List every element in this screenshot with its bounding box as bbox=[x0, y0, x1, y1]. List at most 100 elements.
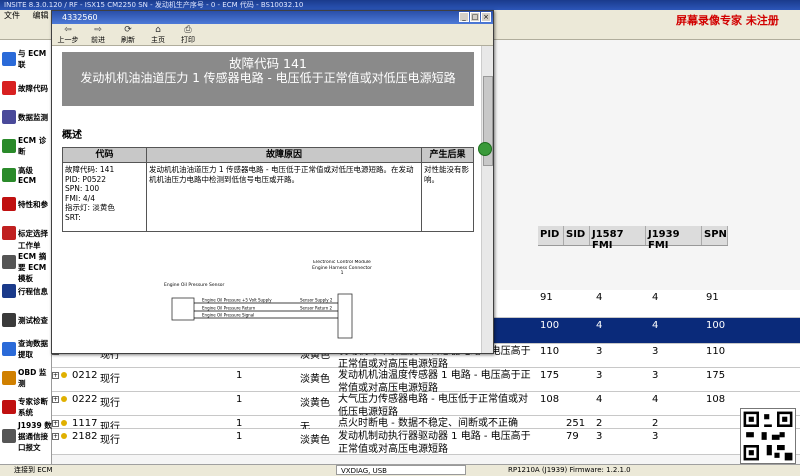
query-icon bbox=[2, 342, 16, 356]
sidebar-item-label: 查询数据提取 bbox=[18, 339, 48, 359]
back-button[interactable]: ⇦ 上一步 bbox=[56, 24, 80, 45]
ecm-label-box: Electronic Control Module Engine Harness… bbox=[312, 260, 372, 276]
cause-column-header: 故障原因 bbox=[147, 148, 422, 162]
cell-j1939: 3 bbox=[652, 370, 659, 381]
sidebar-item-label: 高级 ECM bbox=[18, 166, 37, 185]
sidebar-item-monitor[interactable]: 数据监测 bbox=[0, 104, 52, 130]
expand-icon[interactable]: + bbox=[52, 432, 59, 440]
wiring-diagram: Engine Oil Pressure Sensor Electronic Co… bbox=[164, 260, 372, 339]
sidebar-item-obd[interactable]: OBD 监测 bbox=[0, 365, 52, 391]
adapter-select[interactable]: VXDIAG, USB bbox=[336, 465, 466, 475]
grid-column-header[interactable]: SID bbox=[564, 226, 590, 245]
cell-status: 现行 bbox=[100, 398, 120, 409]
grid-column-header[interactable]: J1587 FMI bbox=[590, 226, 646, 251]
sidebar-item-workorder[interactable]: 工作单 ECM 摘要 ECM 模板 bbox=[0, 241, 52, 283]
obd-icon bbox=[2, 371, 16, 385]
grid-column-header[interactable]: SPN bbox=[702, 226, 728, 245]
cell-pid: 110 bbox=[540, 346, 560, 357]
expand-icon[interactable]: + bbox=[52, 395, 59, 403]
code-column-header: 代码 bbox=[63, 148, 147, 162]
expand-icon[interactable]: + bbox=[52, 371, 59, 379]
connect-icon bbox=[2, 52, 16, 66]
app-title-bar: INSITE 8.3.0.120 / RF - ISX15 CM2250 SN … bbox=[0, 0, 800, 10]
table-row[interactable]: +0212 现行 1 淡黄色 发动机机油温度传感器 1 电路 - 电压高于正常值或对高压… bbox=[52, 368, 800, 394]
sidebar-item-features[interactable]: 特性和参 bbox=[0, 191, 52, 217]
code-line: SPN: 100 bbox=[65, 184, 100, 193]
scroll-grip-icon[interactable] bbox=[478, 142, 492, 156]
table-row[interactable]: +2182 现行 1 淡黄色 发动机制动执行器驱动器 1 电路 - 电压高于正常值或对高… bbox=[52, 429, 800, 455]
qr-code-icon bbox=[740, 408, 796, 464]
cell-j1939: 2 bbox=[652, 418, 659, 429]
sidebar-item-expert[interactable]: 专家诊断系统 bbox=[0, 394, 52, 420]
wire-label-signal: Engine Oil Pressure Signal bbox=[202, 313, 254, 318]
effect-cell: 对性能没有影响。 bbox=[424, 165, 469, 184]
code-line: 指示灯: 淡黄色 bbox=[65, 203, 115, 212]
cell-count: 1 bbox=[236, 370, 243, 381]
sidebar-item-label: J1939 数据通信接口报文 bbox=[18, 420, 52, 452]
effect-column-header: 产生后果 bbox=[429, 150, 466, 160]
grid-column-header[interactable]: PID bbox=[538, 226, 564, 245]
cell-count: 1 bbox=[236, 431, 243, 442]
cell-count: 1 bbox=[236, 394, 243, 405]
cell-count: 1 bbox=[236, 418, 243, 429]
fault-document: 故障代码 141 发动机机油油道压力 1 传感器电路 - 电压低于正常值或对低压… bbox=[52, 46, 482, 353]
maximize-button[interactable]: □ bbox=[470, 12, 480, 22]
cell-spn: 175 bbox=[706, 370, 726, 381]
minimize-button[interactable]: _ bbox=[459, 12, 469, 22]
ecm-label: Electronic Control Module Engine Harness… bbox=[312, 260, 372, 276]
forward-arrow-icon: ⇨ bbox=[94, 25, 102, 35]
cell-j1939: 4 bbox=[652, 320, 659, 331]
refresh-button[interactable]: ⟳ 刷新 bbox=[116, 24, 140, 45]
sidebar-item-advanced[interactable]: 高级 ECM bbox=[0, 162, 52, 188]
sidebar-item-diagnostic[interactable]: ECM 诊断 bbox=[0, 133, 52, 159]
fault-code-title: 故障代码 141 bbox=[229, 56, 307, 71]
forward-button[interactable]: ⇨ 前进 bbox=[86, 24, 110, 45]
expand-icon[interactable]: + bbox=[52, 419, 59, 427]
fault-detail-table: 代码 故障原因 产生后果 故障代码: 141 PID: P0522 SPN: 1… bbox=[62, 147, 474, 232]
fault-window-toolbar: ⇦ 上一步 ⇨ 前进 ⟳ 刷新 ⌂ 主页 ⎙ 打印 bbox=[52, 24, 493, 46]
sensor-label: Engine Oil Pressure Sensor bbox=[164, 282, 225, 288]
j1939-icon bbox=[2, 429, 16, 443]
close-button[interactable]: × bbox=[481, 12, 491, 22]
code-cell: 故障代码: 141 PID: P0522 SPN: 100 FMI: 4/4 指… bbox=[63, 163, 147, 231]
menu-file[interactable]: 文件 bbox=[4, 11, 20, 20]
sidebar-item-test[interactable]: 测试检查 bbox=[0, 307, 52, 333]
wire-label-supply: Engine Oil Pressure +5 Volt Supply bbox=[202, 298, 272, 303]
printer-icon: ⎙ bbox=[184, 25, 192, 35]
grid-column-header[interactable]: J1939 FMI bbox=[646, 226, 702, 251]
row-markers: + bbox=[52, 431, 70, 442]
cell-lamp: 淡黄色 bbox=[300, 398, 330, 409]
sidebar: 与 ECM 联故障代码 数据监测 ECM 诊断 高级 ECM 特性和参 标定选择 工作单 E… bbox=[0, 40, 52, 464]
menu-edit[interactable]: 编辑 bbox=[33, 11, 49, 20]
workorder-icon bbox=[2, 255, 16, 269]
home-button[interactable]: ⌂ 主页 bbox=[146, 24, 170, 45]
print-button[interactable]: ⎙ 打印 bbox=[176, 24, 200, 45]
sidebar-item-trip[interactable]: 行程信息 bbox=[0, 278, 52, 304]
advanced-icon bbox=[2, 168, 16, 182]
sidebar-item-warning[interactable]: 故障代码 bbox=[0, 75, 52, 101]
cell-j1939: 3 bbox=[652, 346, 659, 357]
overview-label: 概述 bbox=[62, 130, 82, 141]
cell-spn: 108 bbox=[706, 394, 726, 405]
sidebar-item-label: 特性和参 bbox=[18, 199, 48, 209]
cell-j1587: 4 bbox=[596, 292, 603, 303]
test-icon bbox=[2, 313, 16, 327]
code-line: FMI: 4/4 bbox=[65, 193, 95, 203]
sidebar-item-query[interactable]: 查询数据提取 bbox=[0, 336, 52, 362]
code-line: SRT: bbox=[65, 212, 81, 222]
ecm-pin-supply: Sensor Supply 2 bbox=[300, 298, 333, 303]
fault-window-scrollbar[interactable] bbox=[478, 46, 493, 353]
sidebar-item-j1939[interactable]: J1939 数据通信接口报文 bbox=[0, 421, 52, 452]
cell-lamp: 淡黄色 bbox=[300, 374, 330, 385]
back-arrow-icon: ⇦ bbox=[64, 25, 72, 35]
fault-grid-header: PID SID J1587 FMI J1939 FMI SPN bbox=[538, 226, 728, 251]
status-bar: 连接到 ECM VXDIAG, USB RP1210A (J1939) Firm… bbox=[0, 464, 800, 476]
table-row[interactable]: +0222 现行 1 淡黄色 大气压力传感器电路 - 电压低于正常值或对低压电源短路 10… bbox=[52, 392, 800, 418]
sidebar-item-label: ECM 诊断 bbox=[18, 136, 47, 156]
table-row[interactable]: +1117 现行 1 无点火时断电 - 数据不稳定、间断或不正确 251 2 2 bbox=[52, 416, 800, 433]
sidebar-item-connect[interactable]: 与 ECM 联 bbox=[0, 46, 52, 72]
cell-status: 现行 bbox=[100, 374, 120, 385]
firmware-info: RP1210A (J1939) Firmware: 1.2.1.0 bbox=[508, 466, 631, 474]
sidebar-item-label: 行程信息 bbox=[18, 286, 48, 296]
cell-j1939: 4 bbox=[652, 394, 659, 405]
